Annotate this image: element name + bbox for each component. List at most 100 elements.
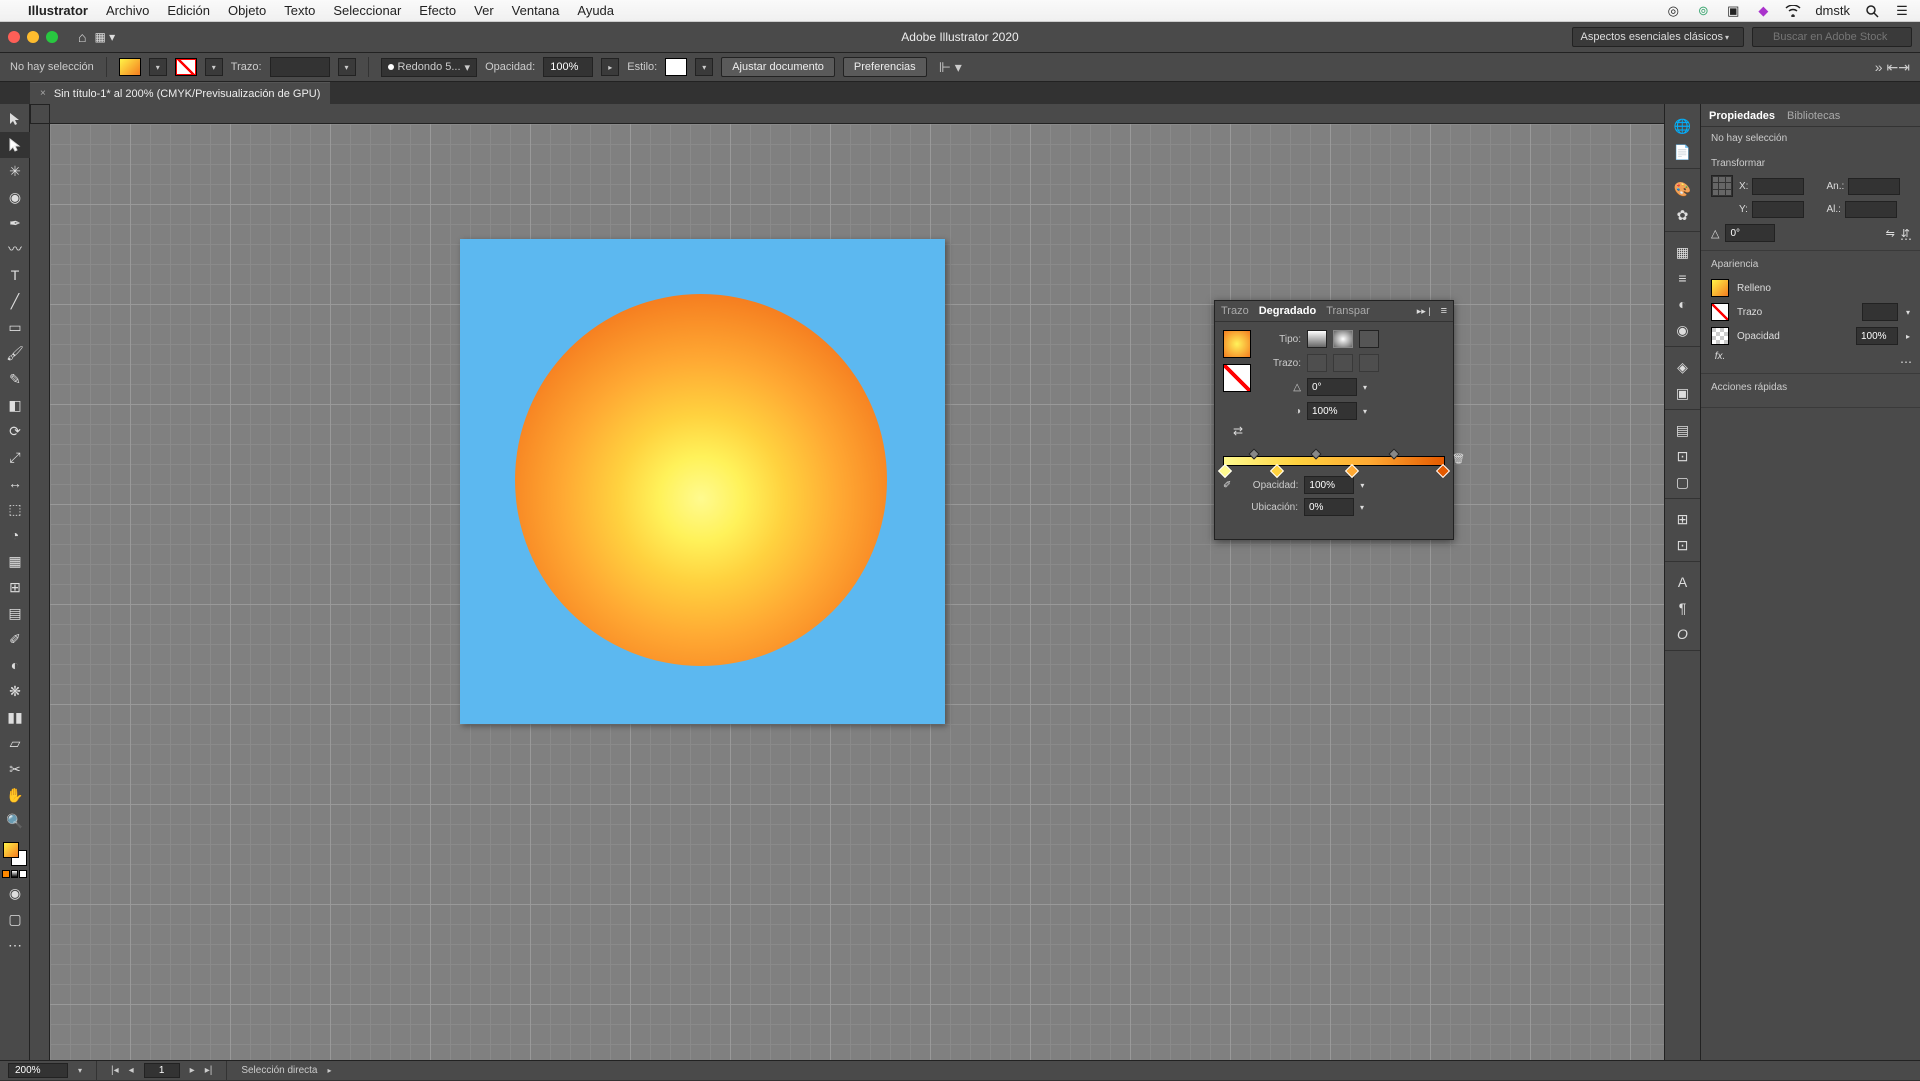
opacity-field[interactable]	[543, 57, 593, 77]
user-name[interactable]: dmstk	[1815, 3, 1850, 18]
x-field[interactable]	[1752, 178, 1804, 195]
close-button[interactable]	[8, 31, 20, 43]
dock-asset-export-icon[interactable]: ⊡	[1671, 444, 1695, 468]
align-icon[interactable]: ⊩ ▾	[939, 59, 962, 76]
minimize-button[interactable]	[27, 31, 39, 43]
gradient-slider[interactable]: 🗑	[1223, 456, 1445, 470]
column-graph-tool[interactable]: ▮▮	[0, 704, 30, 730]
zoom-dropdown[interactable]: ▾	[78, 1066, 82, 1075]
wifi-icon[interactable]	[1785, 3, 1801, 19]
mesh-tool[interactable]: ⊞	[0, 574, 30, 600]
menu-texto[interactable]: Texto	[284, 3, 315, 18]
fill-stroke-control[interactable]	[3, 842, 27, 866]
width-tool[interactable]: ↔	[0, 470, 30, 496]
rotate-field[interactable]	[1725, 224, 1775, 242]
dock-transparency-icon[interactable]: ◉	[1671, 318, 1695, 342]
zoom-field[interactable]	[8, 1063, 68, 1078]
dock-artboards-icon[interactable]: ▢	[1671, 470, 1695, 494]
lasso-tool[interactable]: ◉	[0, 184, 30, 210]
nav-prev-icon[interactable]: ◂	[129, 1065, 134, 1076]
panel-expand-icon[interactable]: ⇤⇥	[1887, 59, 1910, 76]
menu-seleccionar[interactable]: Seleccionar	[333, 3, 401, 18]
eraser-tool[interactable]: ◧	[0, 392, 30, 418]
props-tab-bibliotecas[interactable]: Bibliotecas	[1787, 110, 1840, 122]
panel-tab-degradado[interactable]: Degradado	[1259, 305, 1316, 317]
stop-location-field[interactable]	[1304, 498, 1354, 516]
blend-tool[interactable]: ◐	[0, 652, 30, 678]
height-field[interactable]	[1845, 201, 1897, 218]
app-icon[interactable]: ◆	[1755, 3, 1771, 19]
canvas[interactable]: Trazo Degradado Transpar ▸▸ | ≡ ⇄ Tipo:	[30, 104, 1664, 1060]
dock-color-icon[interactable]: 🌐	[1671, 114, 1695, 138]
arrange-icon[interactable]: ▦ ▾	[94, 30, 115, 44]
obs-icon[interactable]: ◎	[1665, 3, 1681, 19]
preferences-button[interactable]: Preferencias	[843, 57, 927, 77]
nav-next-icon[interactable]: ▸	[190, 1065, 195, 1076]
dock-character-icon[interactable]: A	[1671, 570, 1695, 594]
artboard-tool[interactable]: ▱	[0, 730, 30, 756]
brush-tool[interactable]: 🖌	[0, 340, 30, 366]
dock-brushes-icon[interactable]: ✿	[1671, 203, 1695, 227]
line-tool[interactable]: ╱	[0, 288, 30, 314]
gradient-angle-field[interactable]	[1307, 378, 1357, 396]
selection-tool[interactable]	[0, 106, 30, 132]
eyedropper-tool[interactable]: ✐	[0, 626, 30, 652]
linear-gradient-btn[interactable]	[1307, 330, 1327, 348]
scale-tool[interactable]: ⤢	[0, 444, 30, 470]
perspective-grid-tool[interactable]: ▦	[0, 548, 30, 574]
stroke-dropdown[interactable]: ▾	[205, 58, 223, 76]
direct-selection-tool[interactable]	[0, 132, 30, 158]
ruler-vertical[interactable]	[30, 104, 50, 1060]
rotate-tool[interactable]: ⟳	[0, 418, 30, 444]
reverse-gradient-icon[interactable]: ⇄	[1223, 424, 1253, 438]
menu-archivo[interactable]: Archivo	[106, 3, 149, 18]
y-field[interactable]	[1752, 201, 1804, 218]
artboard[interactable]	[460, 239, 945, 724]
opacity-dd[interactable]: ▸	[1906, 332, 1910, 341]
adjust-document-button[interactable]: Ajustar documento	[721, 57, 835, 77]
stop-opacity-field[interactable]	[1304, 476, 1354, 494]
menu-objeto[interactable]: Objeto	[228, 3, 266, 18]
screen-mode[interactable]: ▢	[0, 906, 30, 932]
type-tool[interactable]: T	[0, 262, 30, 288]
shape-builder-tool[interactable]: ◔	[0, 522, 30, 548]
shaper-tool[interactable]: ✎	[0, 366, 30, 392]
maximize-button[interactable]	[46, 31, 58, 43]
fill-dropdown[interactable]: ▾	[149, 58, 167, 76]
dock-paragraph-icon[interactable]: ¶	[1671, 596, 1695, 620]
appearance-stroke-weight[interactable]	[1862, 303, 1898, 321]
reference-point[interactable]	[1711, 175, 1733, 197]
dock-graphic-styles-icon[interactable]: ▣	[1671, 381, 1695, 405]
graphic-style-swatch[interactable]	[665, 58, 687, 76]
flip-h-icon[interactable]: ⇋	[1886, 227, 1895, 240]
freeform-gradient-btn[interactable]	[1359, 330, 1379, 348]
nav-last-icon[interactable]: ▸|	[205, 1065, 213, 1076]
stop-location-dropdown[interactable]: ▾	[1360, 503, 1364, 512]
ruler-origin[interactable]	[30, 104, 50, 124]
hand-tool[interactable]: ✋	[0, 782, 30, 808]
gradient-aspect-field[interactable]	[1307, 402, 1357, 420]
dock-layers-icon[interactable]: ▤	[1671, 418, 1695, 442]
aspect-dropdown[interactable]: ▾	[1363, 407, 1367, 416]
angle-dropdown[interactable]: ▾	[1363, 383, 1367, 392]
magic-wand-tool[interactable]: ✳	[0, 158, 30, 184]
width-field[interactable]	[1848, 178, 1900, 195]
fx-icon[interactable]: fx.	[1711, 351, 1729, 362]
zoom-tool[interactable]: 🔍	[0, 808, 30, 834]
camera-icon[interactable]: ▣	[1725, 3, 1741, 19]
symbol-sprayer-tool[interactable]: ❋	[0, 678, 30, 704]
radial-gradient-btn[interactable]	[1333, 330, 1353, 348]
dock-pathfinder-icon[interactable]: ⊡	[1671, 533, 1695, 557]
stroke-weight-field[interactable]	[270, 57, 330, 77]
draw-mode-normal[interactable]: ◉	[0, 880, 30, 906]
appearance-opacity-swatch[interactable]	[1711, 327, 1729, 345]
menu-efecto[interactable]: Efecto	[419, 3, 456, 18]
slice-tool[interactable]: ✂	[0, 756, 30, 782]
brush-def-dropdown[interactable]: Redondo 5... ▾	[381, 58, 478, 77]
opacity-dropdown[interactable]: ▸	[601, 58, 619, 76]
gradient-fill-preview[interactable]	[1223, 330, 1251, 358]
nav-first-icon[interactable]: |◂	[111, 1065, 119, 1076]
fill-swatch[interactable]	[119, 58, 141, 76]
adobe-stock-search[interactable]	[1752, 27, 1912, 47]
home-icon[interactable]: ⌂	[78, 29, 86, 45]
